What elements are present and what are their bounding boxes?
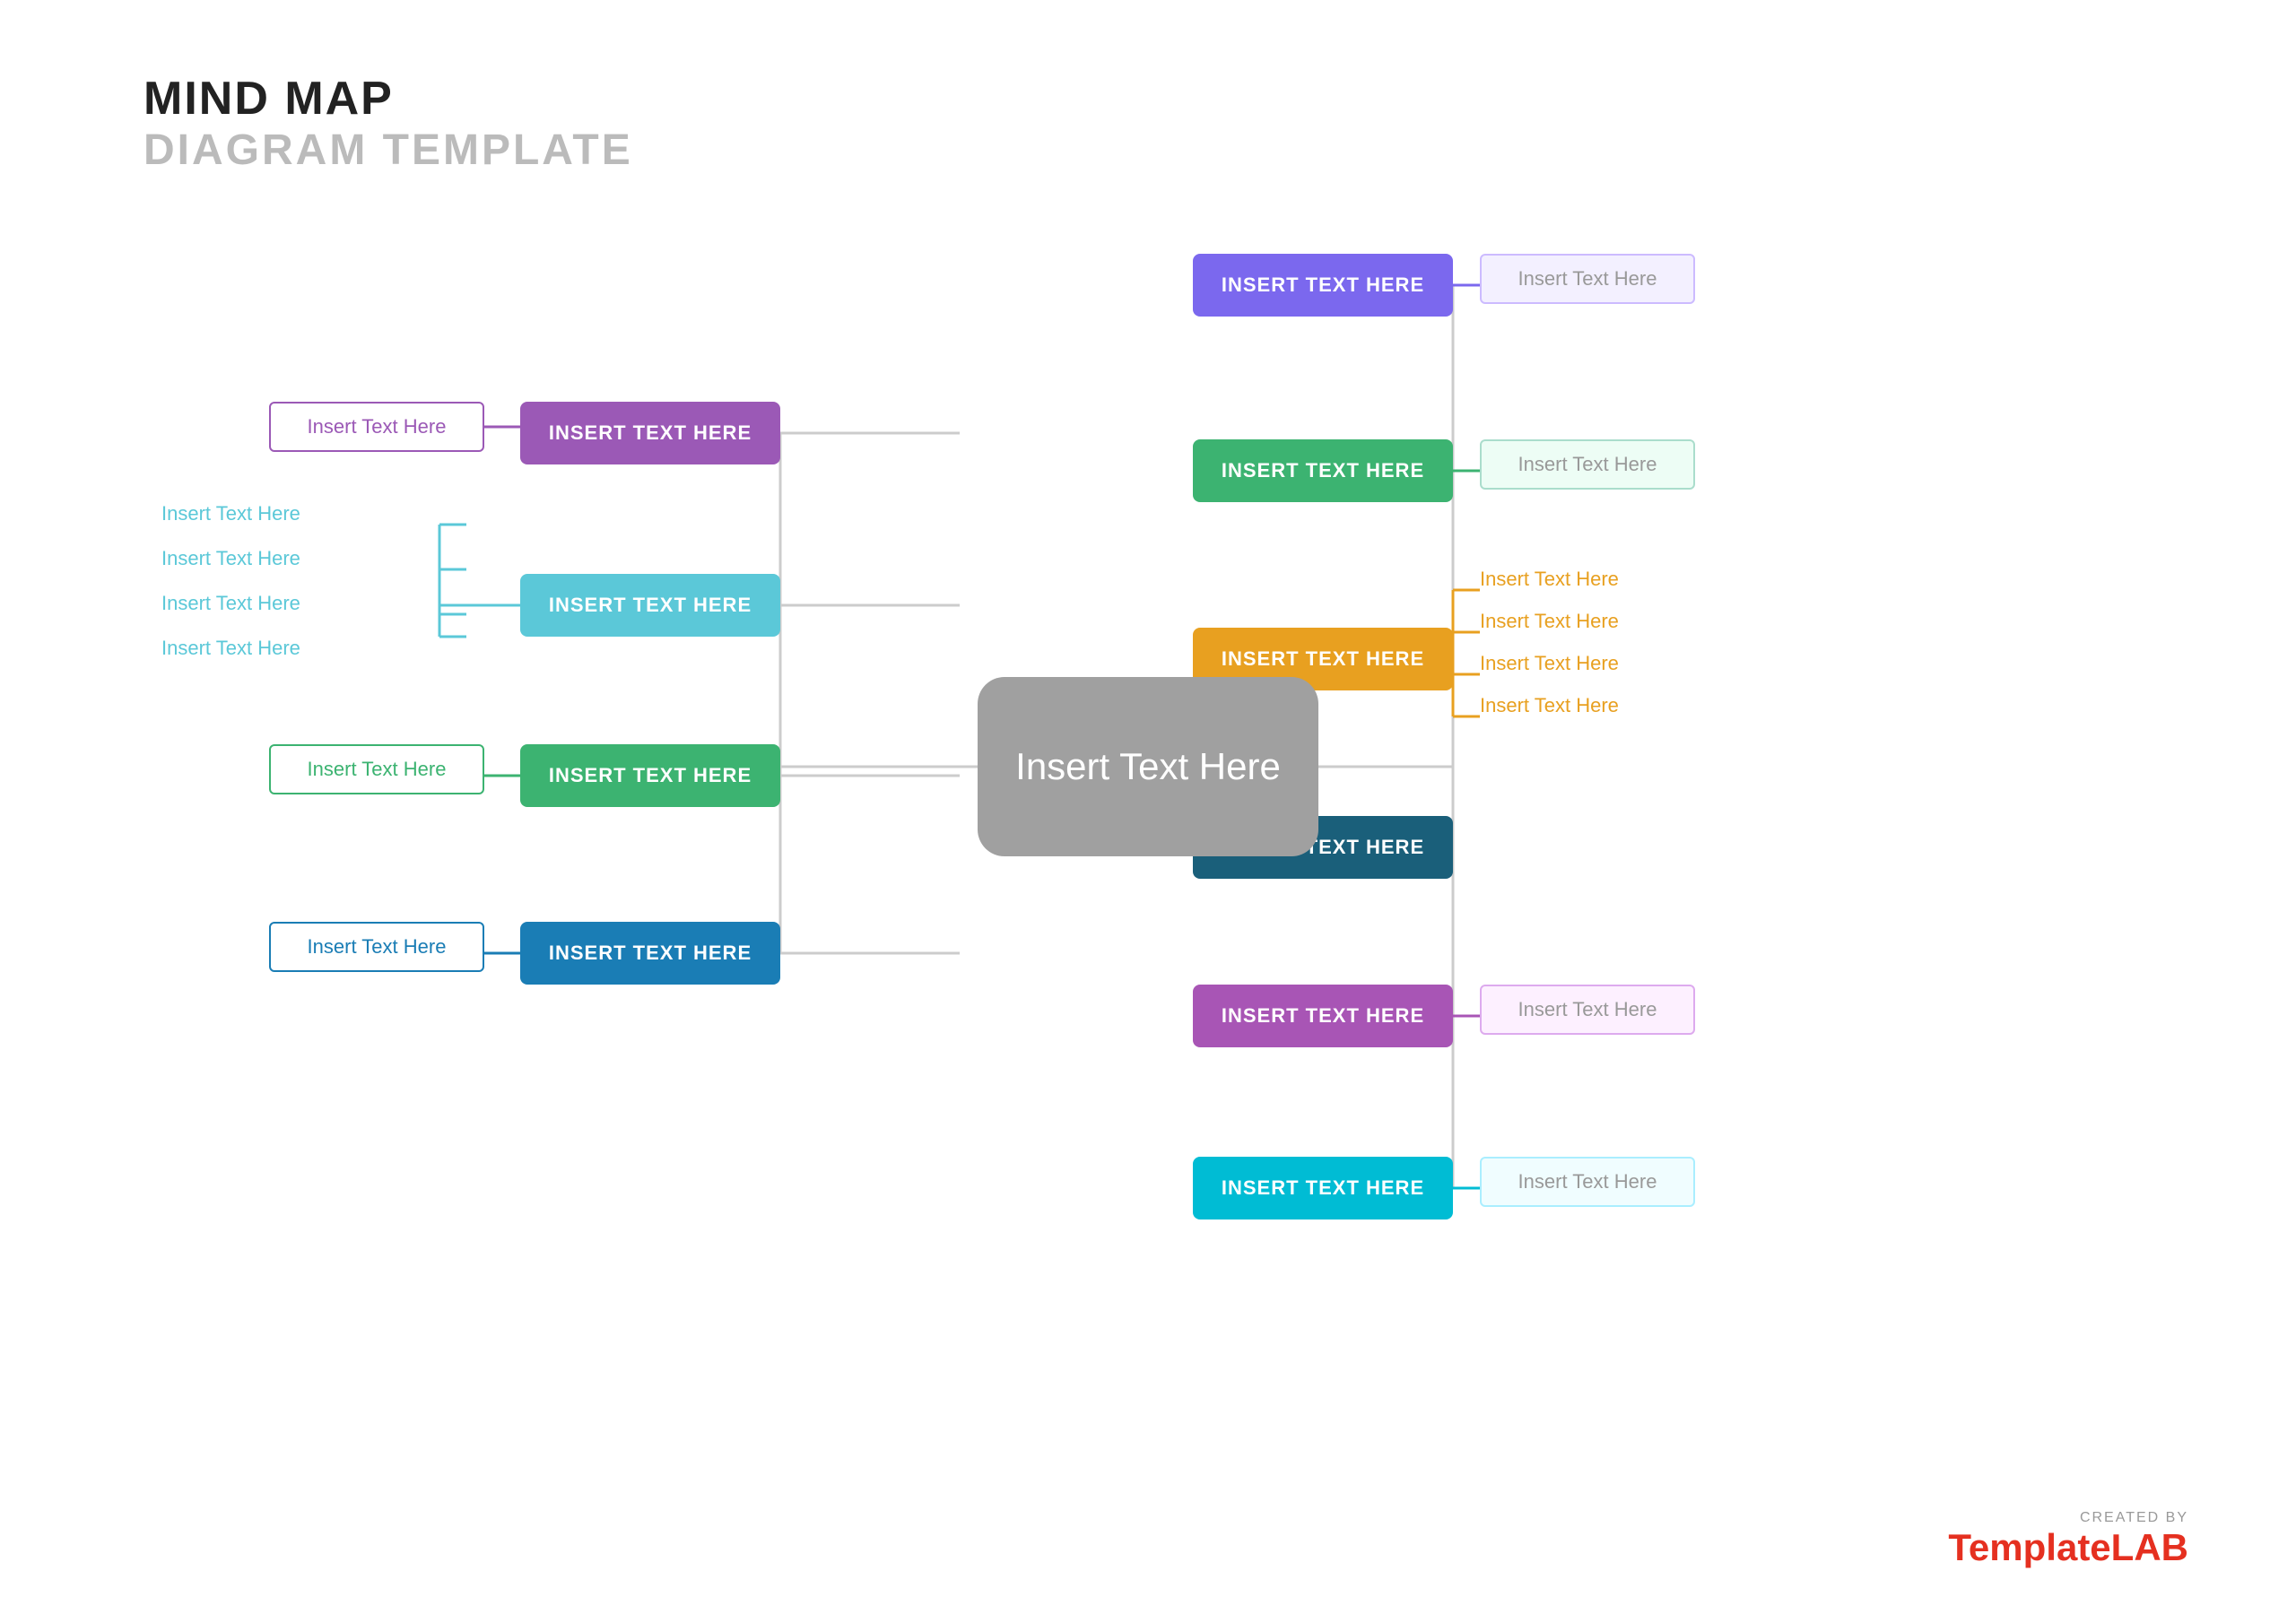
rb3-child3: Insert Text Here (1480, 652, 1619, 675)
rb5-node[interactable]: INSERT TEXT HERE (1193, 985, 1453, 1047)
lb2-child2: Insert Text Here (161, 547, 300, 570)
rb3-child2: Insert Text Here (1480, 610, 1619, 633)
rb6-child[interactable]: Insert Text Here (1480, 1157, 1695, 1207)
branding-plain: Template (1948, 1526, 2110, 1568)
branding-bold: LAB (2111, 1526, 2188, 1568)
title-main: MIND MAP (144, 72, 633, 126)
lb2-child3: Insert Text Here (161, 592, 300, 615)
branding-created: CREATED BY (2080, 1510, 2188, 1526)
title-section: MIND MAP DIAGRAM TEMPLATE (144, 72, 633, 175)
lb1-child[interactable]: Insert Text Here (269, 402, 484, 452)
title-sub: DIAGRAM TEMPLATE (144, 126, 633, 175)
lb2-node[interactable]: INSERT TEXT HERE (520, 574, 780, 637)
branding: CREATED BY TemplateLAB (1948, 1510, 2188, 1569)
branding-name: TemplateLAB (1948, 1526, 2188, 1569)
lb3-node[interactable]: INSERT TEXT HERE (520, 744, 780, 807)
rb2-child[interactable]: Insert Text Here (1480, 439, 1695, 490)
lb1-node[interactable]: INSERT TEXT HERE (520, 402, 780, 464)
rb3-child4: Insert Text Here (1480, 694, 1619, 717)
lb4-child[interactable]: Insert Text Here (269, 922, 484, 972)
rb3-child1: Insert Text Here (1480, 568, 1619, 591)
page: MIND MAP DIAGRAM TEMPLATE (0, 0, 2296, 1623)
rb1-node[interactable]: INSERT TEXT HERE (1193, 254, 1453, 317)
rb1-child[interactable]: Insert Text Here (1480, 254, 1695, 304)
rb6-node[interactable]: INSERT TEXT HERE (1193, 1157, 1453, 1219)
lb2-child4: Insert Text Here (161, 637, 300, 660)
rb2-node[interactable]: INSERT TEXT HERE (1193, 439, 1453, 502)
lb3-child[interactable]: Insert Text Here (269, 744, 484, 794)
lb4-node[interactable]: INSERT TEXT HERE (520, 922, 780, 985)
center-node-label: Insert Text Here (1015, 745, 1281, 788)
lb2-child1: Insert Text Here (161, 502, 300, 525)
rb5-child[interactable]: Insert Text Here (1480, 985, 1695, 1035)
center-node: Insert Text Here (978, 677, 1318, 856)
